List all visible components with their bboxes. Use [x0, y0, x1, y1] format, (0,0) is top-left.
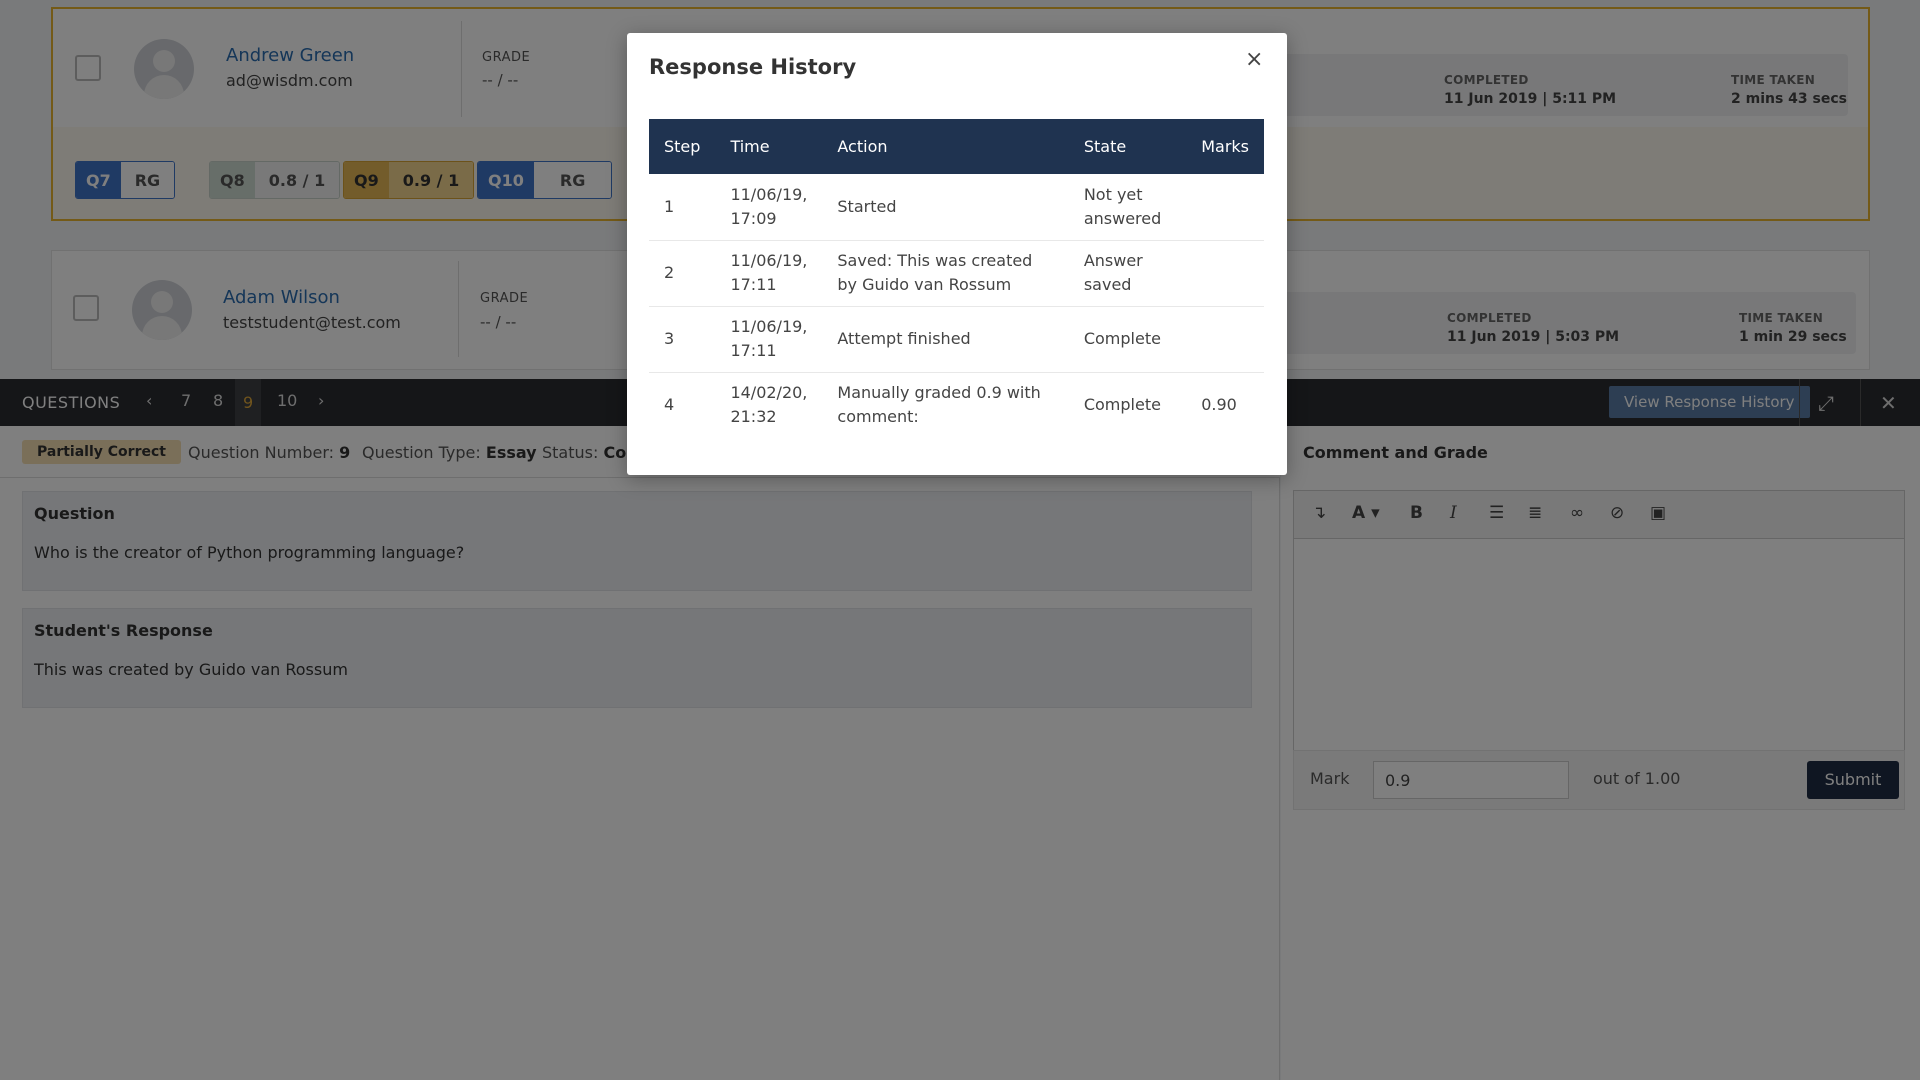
state-cell: Complete — [1068, 306, 1187, 373]
action-line: Attempt finished — [837, 329, 971, 348]
time-cell: 11/06/19, 17:11 — [715, 240, 823, 307]
time-date: 11/06/19, — [730, 317, 808, 336]
time-date: 14/02/20, — [730, 383, 808, 403]
state-line: saved — [1083, 275, 1132, 294]
time-cell: 14/02/20, 21:32 — [715, 372, 822, 438]
column-header-marks: Marks — [1186, 119, 1264, 174]
state-line: answered — [1083, 208, 1162, 228]
time-clock: 21:32 — [730, 407, 777, 427]
time-date: 11/06/19, — [730, 251, 808, 270]
marks-cell — [1186, 306, 1264, 373]
state-cell: Not yet answered — [1068, 174, 1187, 241]
table-row: 3 11/06/19, 17:11 Attempt finished Comple… — [649, 306, 1264, 373]
table-row: 1 11/06/19, 17:09 Started Not yet answered — [649, 174, 1264, 241]
action-cell: Attempt finished — [822, 306, 1069, 373]
action-cell: Manually graded 0.9 with comment: — [822, 372, 1068, 438]
action-line: Started — [837, 196, 897, 216]
column-header-time: Time — [715, 119, 823, 174]
state-cell: Complete — [1069, 372, 1186, 438]
response-history-modal: Response History × Step Time Action Stat… — [627, 33, 1287, 475]
action-line: by Guido van Rossum — [837, 275, 1012, 294]
state-line: Complete — [1083, 329, 1161, 348]
table-row: 2 11/06/19, 17:11 Saved: This was created… — [649, 240, 1264, 307]
marks-cell — [1186, 240, 1264, 307]
action-line: Manually graded 0.9 with — [837, 383, 1041, 403]
state-cell: Answer saved — [1068, 240, 1187, 307]
column-header-action: Action — [822, 119, 1069, 174]
state-line: Complete — [1083, 395, 1161, 415]
time-clock: 17:11 — [730, 341, 777, 360]
response-history-table: Step Time Action State Marks 1 11/06/19,… — [649, 119, 1264, 438]
action-line: Saved: This was created — [837, 251, 1033, 270]
column-header-step: Step — [649, 119, 716, 174]
state-line: Answer — [1083, 251, 1143, 270]
marks-cell — [1186, 174, 1264, 241]
action-cell: Started — [822, 174, 1069, 241]
table-header-row: Step Time Action State Marks — [649, 119, 1264, 174]
close-icon[interactable]: × — [1245, 47, 1263, 72]
time-cell: 11/06/19, 17:11 — [715, 306, 823, 373]
step-cell: 2 — [649, 240, 716, 307]
time-clock: 17:11 — [730, 275, 777, 294]
marks-cell: 0.90 — [1201, 395, 1237, 415]
time-date: 11/06/19, — [730, 184, 808, 204]
column-header-state: State — [1068, 119, 1187, 174]
state-line: Not yet — [1083, 184, 1143, 204]
action-cell: Saved: This was created by Guido van Ross… — [822, 240, 1069, 307]
time-cell: 11/06/19, 17:09 — [715, 174, 823, 241]
action-line: comment: — [837, 407, 919, 427]
step-cell: 1 — [649, 174, 716, 241]
modal-title: Response History — [649, 55, 857, 79]
step-cell: 3 — [649, 306, 716, 373]
table-row: 4 14/02/20, 21:32 Manually graded 0.9 wit… — [649, 372, 1264, 438]
step-cell: 4 — [664, 395, 675, 415]
time-clock: 17:09 — [730, 208, 777, 228]
